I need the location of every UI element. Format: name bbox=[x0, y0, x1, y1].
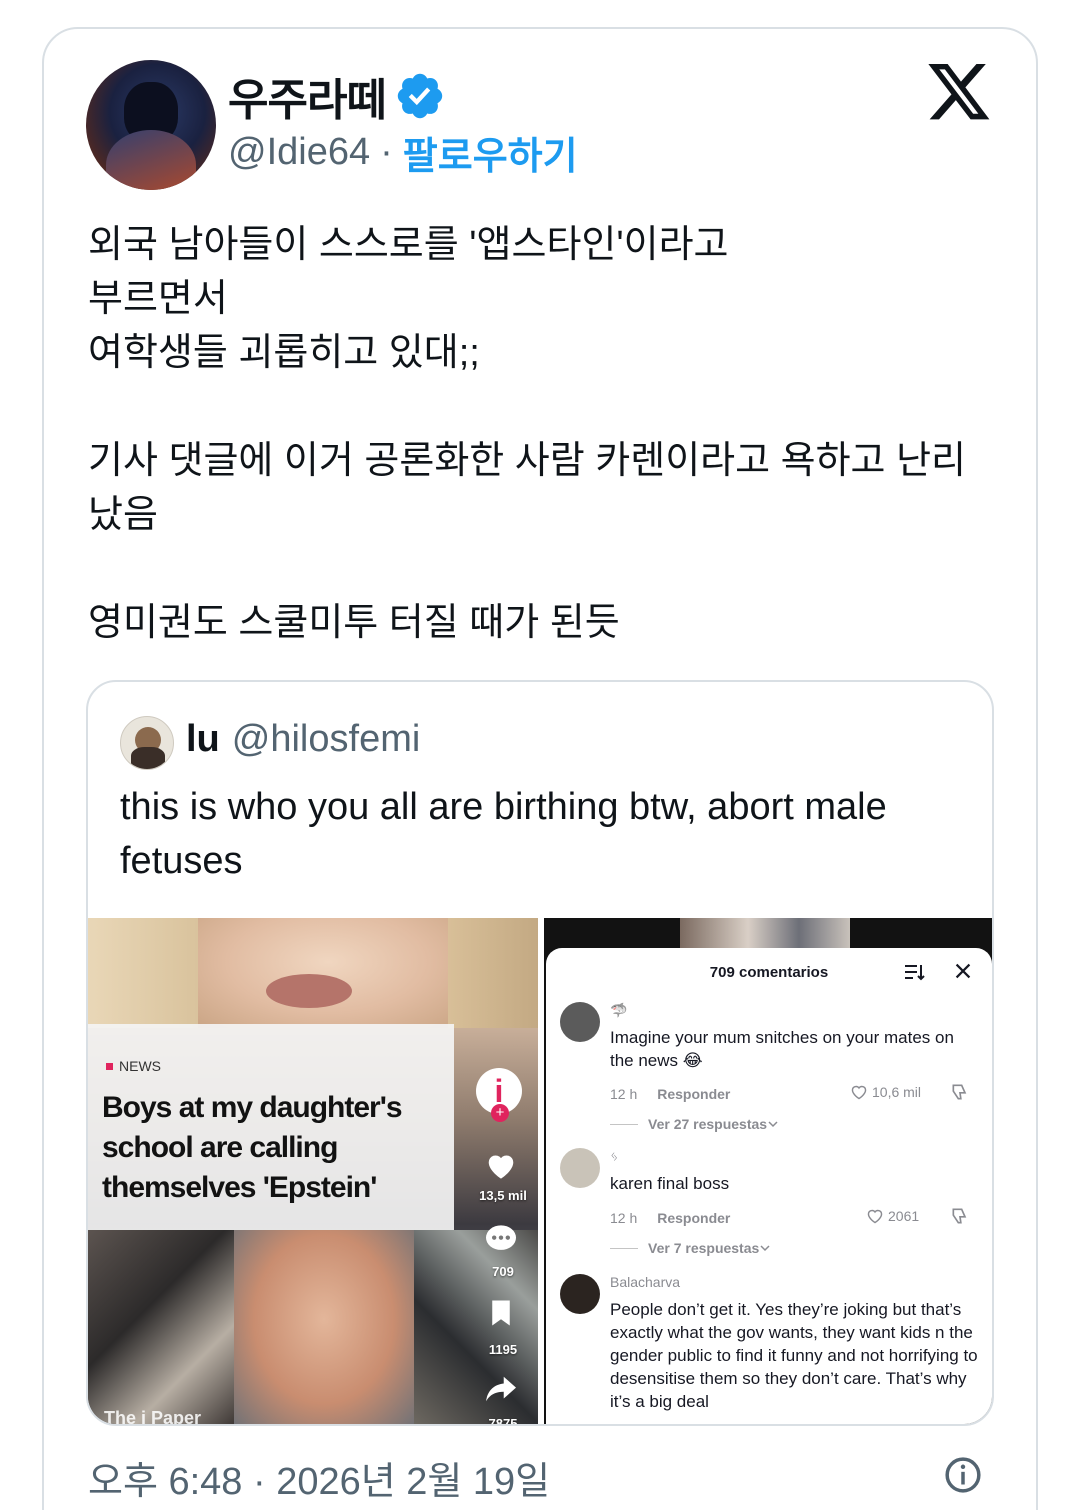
news-tag-label: NEWS bbox=[119, 1058, 161, 1074]
heart-outline-icon bbox=[851, 1085, 867, 1100]
sort-icon bbox=[905, 965, 925, 981]
quoted-tweet[interactable]: lu @hilosfemi this is who you all are bi… bbox=[86, 680, 994, 1426]
image-region bbox=[414, 1230, 538, 1424]
image-region bbox=[234, 1230, 414, 1424]
comment-replies: Ver 7 respuestas bbox=[610, 1240, 771, 1256]
likes-count: 13,5 mil bbox=[479, 1188, 527, 1203]
comment-icon bbox=[486, 1225, 516, 1250]
x-logo-icon[interactable] bbox=[928, 64, 992, 122]
quote-media-image-right[interactable]: 709 comentarios 🦈 Imagine your mum snitc… bbox=[544, 918, 992, 1424]
comment-replies: Ver 27 respuestas bbox=[610, 1116, 779, 1132]
image-region bbox=[88, 1230, 234, 1424]
share-icon bbox=[486, 1376, 516, 1402]
close-icon bbox=[955, 963, 971, 979]
quote-media-image-left[interactable]: NEWS Boys at my daughter's school are ca… bbox=[88, 918, 538, 1426]
follow-plus-icon: + bbox=[491, 1104, 509, 1122]
comment-like: 10,6 mil bbox=[850, 1084, 921, 1100]
comment-body: People don’t get it. Yes they’re joking … bbox=[610, 1300, 978, 1411]
quote-author-avatar bbox=[120, 716, 174, 770]
news-headline: Boys at my daughter's school are calling… bbox=[102, 1091, 403, 1204]
comment-user: ᛃ bbox=[610, 1148, 619, 1164]
comment-replies-label: Ver 27 respuestas bbox=[648, 1116, 768, 1132]
comment-like: 2061 bbox=[866, 1208, 919, 1224]
comment-meta: 12 h Responder bbox=[610, 1086, 980, 1102]
tweet-text: 외국 남아들이 스스로를 '앱스타인'이라고 부르면서 여학생들 괴롭히고 있대… bbox=[88, 224, 966, 644]
quote-author-handle: @hilosfemi bbox=[231, 718, 421, 760]
quote-text: this is who you all are birthing btw, ab… bbox=[120, 786, 887, 882]
news-tag: NEWS bbox=[106, 1058, 161, 1074]
image-region bbox=[198, 918, 458, 1028]
image-region bbox=[448, 918, 538, 1028]
bookmark-icon bbox=[492, 1300, 510, 1326]
comment-reply-label: Responder bbox=[657, 1086, 731, 1102]
divider bbox=[610, 1123, 638, 1125]
quote-author-row: lu @hilosfemi bbox=[186, 718, 420, 761]
image-region bbox=[266, 974, 352, 1008]
comment-time: 12 h bbox=[610, 1210, 638, 1226]
saves-count: 1195 bbox=[488, 1342, 518, 1357]
comment-body: Imagine your mum snitches on your mates … bbox=[610, 1028, 954, 1070]
chevron-down-icon bbox=[760, 1245, 770, 1252]
author-avatar[interactable] bbox=[86, 60, 216, 190]
comment-user: 🦈 bbox=[610, 1002, 628, 1018]
comment-body: karen final boss bbox=[610, 1174, 730, 1193]
heart-outline-icon bbox=[867, 1209, 883, 1224]
author-name-row: 우주라떼 bbox=[228, 68, 446, 125]
comment-avatar bbox=[560, 1148, 600, 1188]
author-display-name[interactable]: 우주라떼 bbox=[228, 64, 387, 128]
info-icon[interactable] bbox=[944, 1456, 982, 1494]
chevron-down-icon bbox=[768, 1121, 778, 1128]
verified-badge-icon bbox=[397, 73, 443, 119]
dislike-icon bbox=[952, 1084, 967, 1100]
news-tag-marker bbox=[106, 1062, 113, 1070]
tweet-timestamp[interactable]: 오후 6:48 · 2026년 2월 19일 bbox=[88, 1450, 550, 1505]
shares-count: 7875 bbox=[488, 1416, 518, 1426]
heart-icon bbox=[488, 1155, 514, 1179]
source-watermark: The i Paper bbox=[104, 1408, 202, 1426]
comment-replies-label: Ver 7 respuestas bbox=[648, 1240, 760, 1256]
quote-author-name: lu bbox=[186, 718, 220, 760]
comment-meta: 12 h Responder bbox=[610, 1210, 980, 1226]
author-handle-row: @Idie64 · 팔로우하기 bbox=[228, 128, 578, 178]
author-handle[interactable]: @Idie64 bbox=[228, 131, 370, 174]
comment-like-count: 10,6 mil bbox=[872, 1084, 922, 1100]
follow-button[interactable]: 팔로우하기 bbox=[403, 125, 578, 180]
dislike-icon bbox=[952, 1208, 967, 1224]
comment-time: 12 h bbox=[610, 1086, 638, 1102]
divider bbox=[610, 1247, 638, 1249]
comment-user: Balacharva bbox=[610, 1274, 681, 1290]
comment-avatar bbox=[560, 1274, 600, 1314]
comments-panel: 709 comentarios 🦈 Imagine your mum snitc… bbox=[546, 948, 992, 1424]
image-region bbox=[680, 918, 850, 950]
comment-reply-label: Responder bbox=[657, 1210, 731, 1226]
separator-dot: · bbox=[380, 130, 393, 173]
comment-like-count: 2061 bbox=[888, 1208, 920, 1224]
news-headline-box: NEWS Boys at my daughter's school are ca… bbox=[88, 1024, 454, 1230]
comment-avatar bbox=[560, 1002, 600, 1042]
comments-count: 709 bbox=[492, 1264, 514, 1279]
